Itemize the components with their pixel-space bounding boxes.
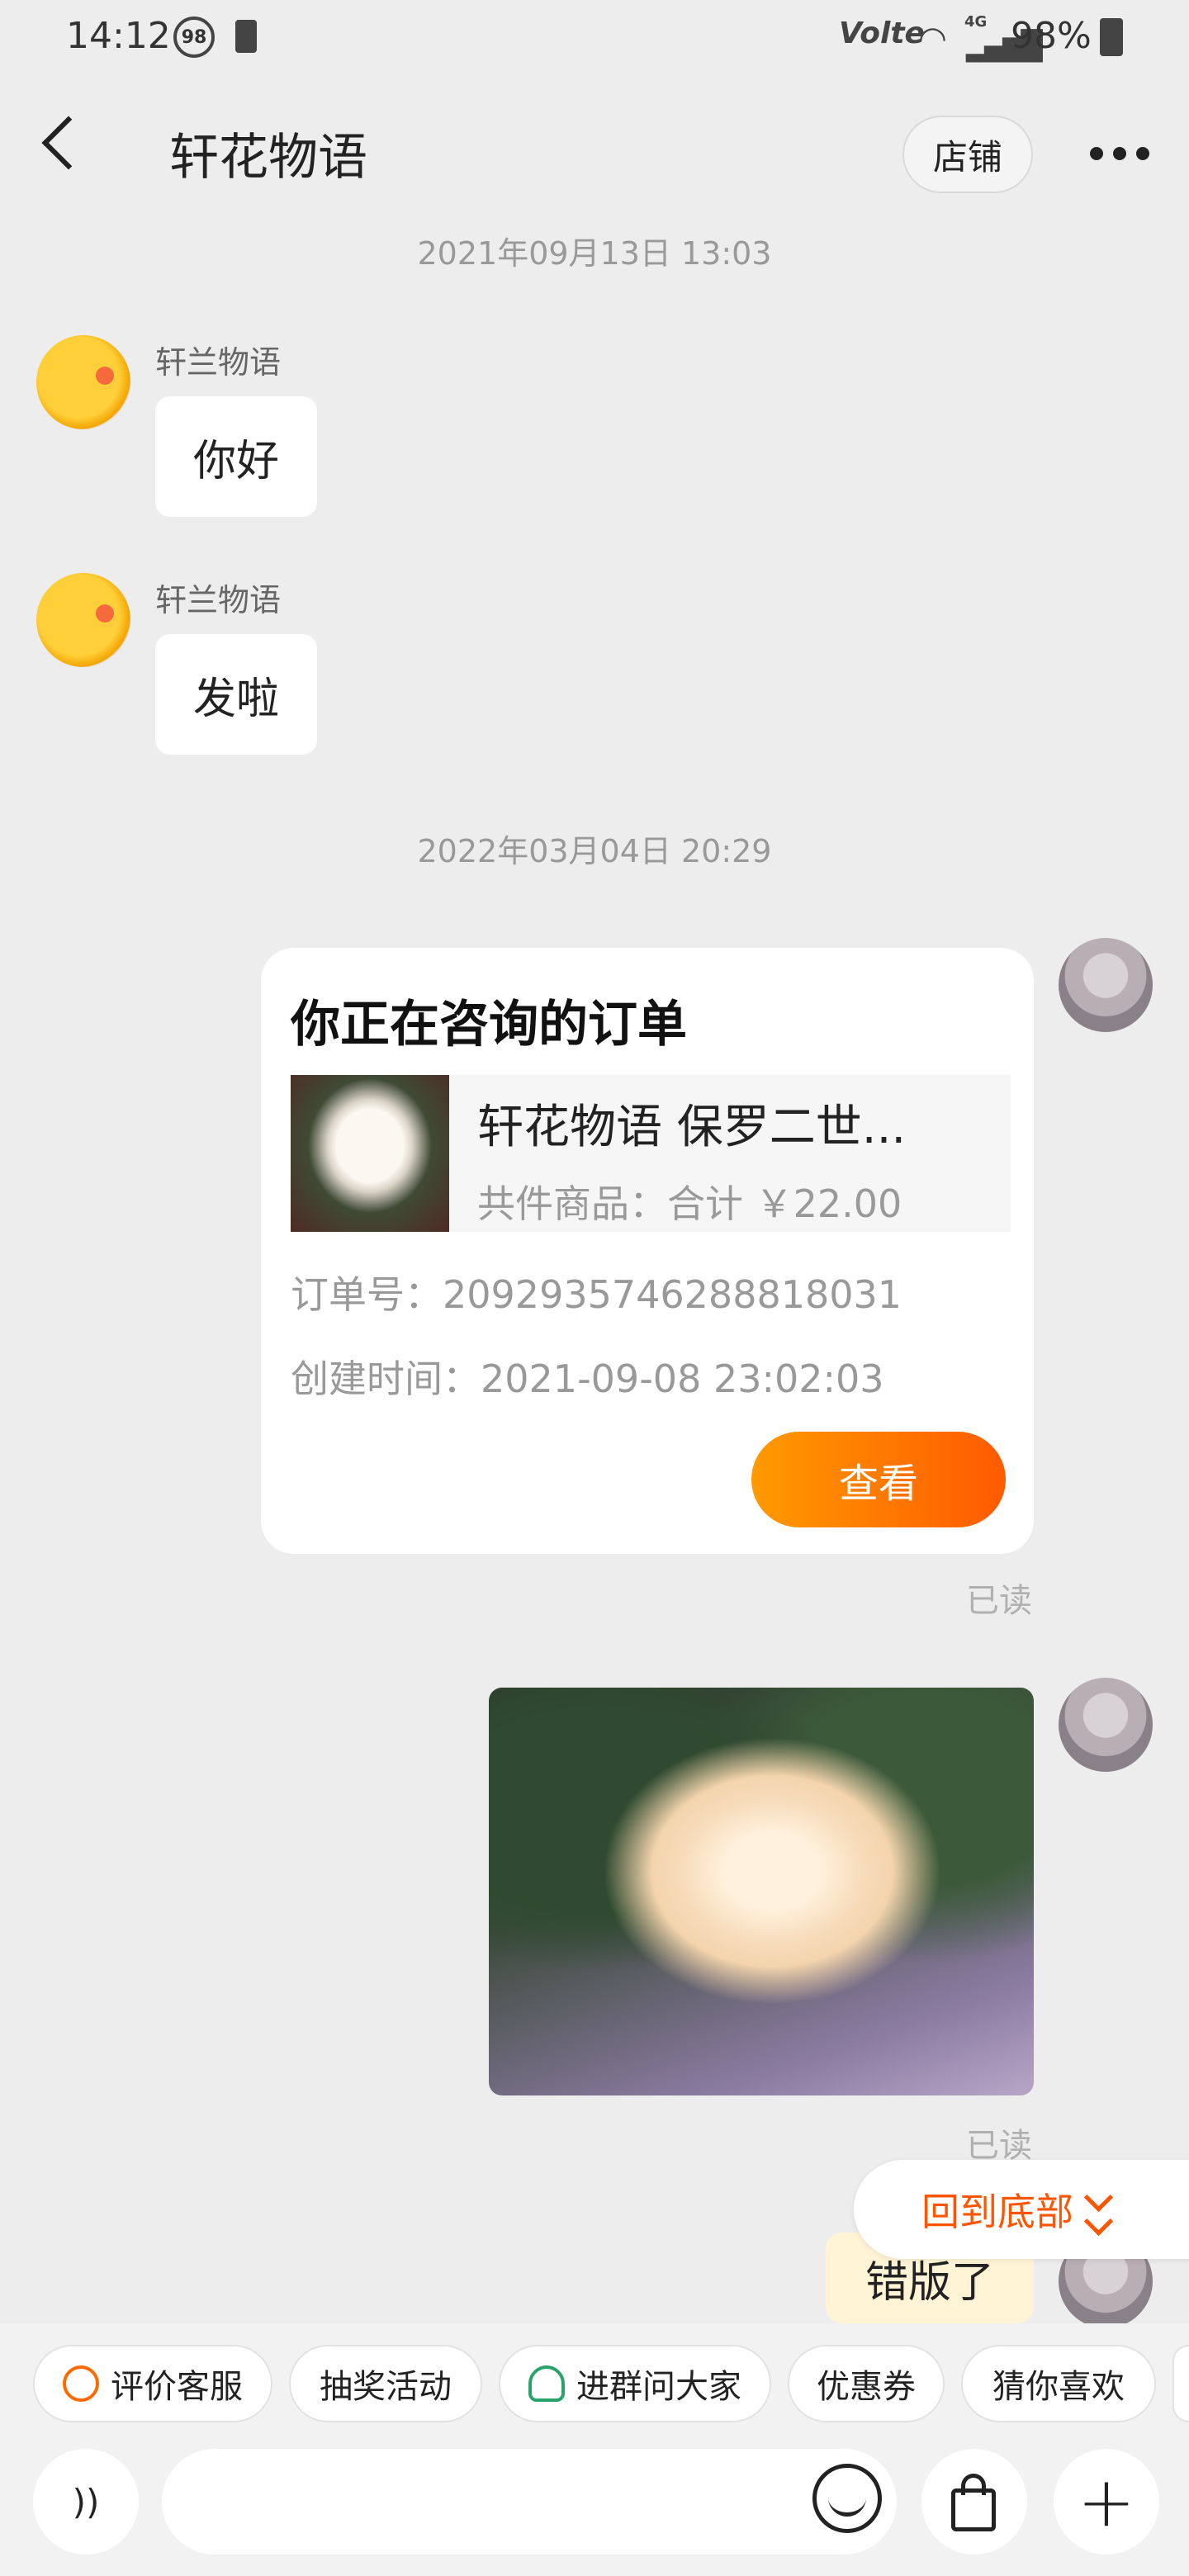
chip-coupon[interactable]: 优惠券 (788, 2345, 945, 2422)
view-order-button[interactable]: 查看 (751, 1432, 1006, 1527)
more-options-icon[interactable] (1090, 147, 1149, 160)
back-arrow-icon[interactable] (41, 116, 96, 170)
sender-name: 轩兰物语 (155, 582, 282, 618)
battery-icon (1100, 18, 1123, 56)
status-time: 14:12 (66, 15, 171, 57)
shopping-bag-icon[interactable] (921, 2449, 1027, 2555)
shop-button[interactable]: 店铺 (902, 116, 1033, 193)
order-card-title: 你正在咨询的订单 (291, 996, 687, 1054)
emoji-icon[interactable] (812, 2464, 882, 2533)
voice-icon[interactable]: )) (33, 2449, 139, 2555)
message-input[interactable] (162, 2449, 897, 2555)
page-title: 轩花物语 (169, 129, 367, 187)
notification-badge: 98 (173, 17, 215, 58)
chip-label: 评价客服 (111, 2368, 243, 2406)
chip-label: 进群问大家 (576, 2368, 741, 2406)
product-name: 轩花物语 保罗二世... (477, 1101, 907, 1154)
back-to-bottom-label: 回到底部 (921, 2190, 1073, 2234)
message-timestamp: 2022年03月04日 20:29 (417, 833, 772, 869)
order-product[interactable]: 轩花物语 保罗二世... 共件商品：合计 ￥22.00 (291, 1075, 1011, 1232)
double-chevron-down-icon (1083, 2182, 1114, 2237)
order-number: 订单号：2092935746288818031 (291, 1272, 902, 1317)
message-bubble[interactable]: 发啦 (155, 634, 317, 755)
chip-label: 抽奖活动 (320, 2368, 452, 2406)
message-bubble[interactable]: 你好 (155, 396, 317, 517)
read-status: 已读 (966, 1582, 1032, 1620)
back-to-bottom-button[interactable]: 回到底部 (854, 2160, 1189, 2259)
user-avatar[interactable] (1059, 1678, 1153, 1772)
chip-join-group[interactable]: 进群问大家 (499, 2345, 771, 2422)
chip-label: 猜你喜欢 (992, 2368, 1125, 2406)
product-total: 共件商品：合计 ￥22.00 (477, 1181, 902, 1226)
group-icon (528, 2365, 565, 2402)
signal-label: 4G (964, 13, 988, 31)
order-created-time: 创建时间：2021-09-08 23:02:03 (291, 1357, 884, 1401)
smile-icon (63, 2365, 99, 2402)
chip-overflow[interactable] (1172, 2345, 1189, 2422)
order-card[interactable]: 你正在咨询的订单 轩花物语 保罗二世... 共件商品：合计 ￥22.00 订单号… (261, 948, 1034, 1554)
product-image (291, 1075, 449, 1232)
message-timestamp: 2021年09月13日 13:03 (417, 235, 772, 272)
battery-percent: 98% (1011, 15, 1092, 57)
battery-saver-icon (235, 20, 257, 53)
volte-indicator: Volte (839, 17, 925, 50)
shop-avatar[interactable] (36, 573, 130, 667)
chip-rate-service[interactable]: 评价客服 (33, 2345, 272, 2422)
plus-icon[interactable]: + (1054, 2449, 1159, 2555)
chip-label: 优惠券 (817, 2368, 916, 2406)
wifi-icon: ◠ (918, 20, 947, 58)
sender-name: 轩兰物语 (155, 344, 282, 381)
user-avatar[interactable] (1059, 938, 1153, 1032)
shop-avatar[interactable] (36, 335, 130, 429)
chip-guess-you-like[interactable]: 猜你喜欢 (961, 2345, 1156, 2422)
chip-lottery[interactable]: 抽奖活动 (289, 2345, 482, 2422)
rose-photo-message[interactable] (489, 1688, 1034, 2095)
